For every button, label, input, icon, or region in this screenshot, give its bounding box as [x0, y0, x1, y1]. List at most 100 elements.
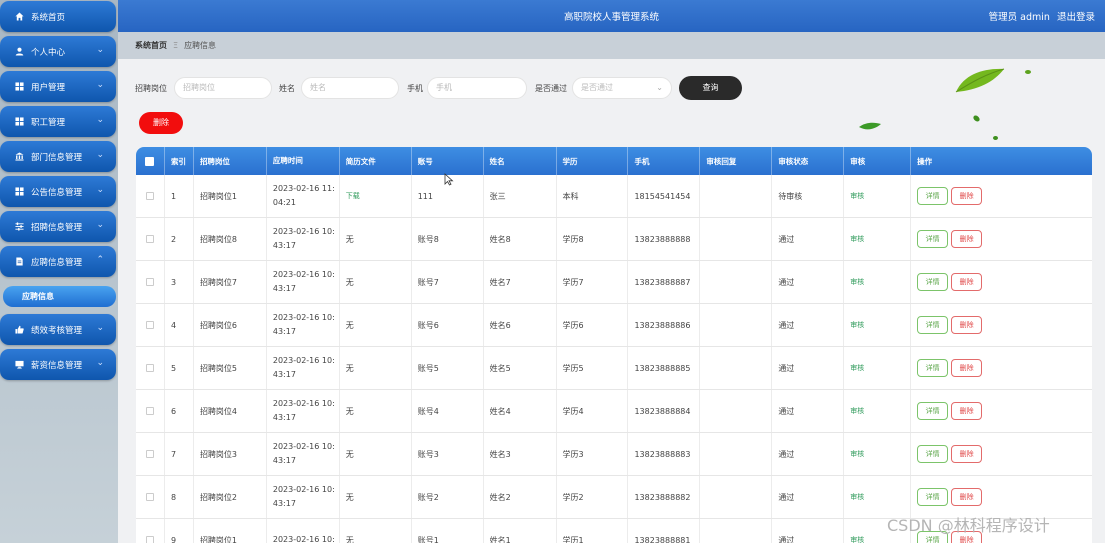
column-header[interactable]: 姓名 [484, 147, 557, 175]
delete-button[interactable]: 删除 [951, 445, 983, 463]
review-link[interactable]: 审核 [850, 363, 864, 373]
detail-button[interactable]: 详情 [917, 316, 949, 334]
column-header[interactable]: 简历文件 [340, 147, 412, 175]
detail-button[interactable]: 详情 [917, 187, 949, 205]
column-header[interactable]: 索引 [165, 147, 194, 175]
sidebar-item-9[interactable]: 薪资信息管理 ⌄ [0, 349, 116, 380]
sidebar-item-8[interactable]: 绩效考核管理 ⌄ [0, 314, 116, 345]
sidebar-subitem-applications[interactable]: 应聘信息 [3, 286, 116, 307]
detail-button[interactable]: 详情 [917, 273, 949, 291]
resume-link[interactable]: 下载 [346, 191, 360, 201]
chevron-icon: ⌄ [96, 80, 104, 90]
delete-button[interactable]: 删除 [951, 488, 983, 506]
detail-button[interactable]: 详情 [917, 230, 949, 248]
review-link[interactable]: 审核 [850, 191, 864, 201]
account-cell: 账号5 [412, 347, 484, 389]
position-cell: 招聘岗位5 [194, 347, 267, 389]
table-header: 索引 招聘岗位 应聘时间 简历文件 账号 姓名 学历 手机 审核回复 审核状态 审核 操作 [136, 147, 1092, 175]
sidebar-item-6[interactable]: 招聘信息管理 ⌄ [0, 211, 116, 242]
review-link[interactable]: 审核 [850, 406, 864, 416]
row-checkbox[interactable] [145, 493, 154, 501]
row-checkbox[interactable] [145, 407, 154, 415]
column-header[interactable]: 应聘时间 [267, 147, 340, 175]
delete-button[interactable]: 删除 [951, 402, 983, 420]
review-link[interactable]: 审核 [850, 492, 864, 502]
sidebar-item-label: 部门信息管理 [31, 152, 83, 163]
resume-link: 无 [345, 320, 354, 330]
row-checkbox[interactable] [145, 235, 154, 243]
logout-link[interactable]: 退出登录 [1057, 12, 1095, 23]
sidebar-item-7[interactable]: 应聘信息管理 ⌃ [0, 246, 116, 277]
time-line: 43:17 [272, 456, 296, 465]
chevron-down-icon: ⌄ [656, 83, 663, 92]
sidebar-item-3[interactable]: 职工管理 ⌄ [0, 106, 116, 137]
approved-select[interactable]: 是否通过 ⌄ [572, 77, 672, 99]
account-cell: 账号8 [412, 218, 484, 260]
sidebar-item-0[interactable]: 系统首页 [0, 1, 116, 32]
name-input[interactable]: 姓名 [301, 77, 399, 99]
table-row: 2 招聘岗位8 2023-02-16 10: 43:17 无 账号8 姓名8 学历8 13823… [136, 218, 1092, 261]
time-line: 2023-02-16 10: [272, 227, 335, 236]
review-link[interactable]: 审核 [850, 320, 864, 330]
column-header[interactable]: 审核状态 [772, 147, 845, 175]
resume-cell: 无 [340, 433, 412, 475]
position-cell: 招聘岗位1 [194, 519, 267, 543]
column-header[interactable]: 操作 [911, 147, 1092, 175]
row-checkbox[interactable] [145, 536, 154, 543]
status-cell: 通过 [772, 218, 845, 260]
breadcrumb-home[interactable]: 系统首页 [135, 40, 167, 51]
table-row: 1 招聘岗位1 2023-02-16 11: 04:21 下载 111 张三 本科 181545… [136, 175, 1092, 218]
index-cell: 9 [165, 519, 194, 543]
row-checkbox[interactable] [145, 321, 154, 329]
resume-cell: 下载 [340, 175, 412, 217]
query-button[interactable]: 查询 [679, 76, 742, 100]
name-cell: 姓名2 [484, 476, 557, 518]
detail-button[interactable]: 详情 [917, 488, 949, 506]
column-header[interactable]: 审核 [844, 147, 912, 175]
sidebar-item-5[interactable]: 公告信息管理 ⌄ [0, 176, 116, 207]
row-checkbox[interactable] [145, 450, 154, 458]
delete-button[interactable]: 删除 [951, 187, 983, 205]
column-header[interactable]: 审核回复 [700, 147, 773, 175]
phone-cell: 13823888881 [628, 519, 701, 543]
time-cell: 2023-02-16 10: [267, 519, 340, 543]
review-link[interactable]: 审核 [850, 234, 864, 244]
status-cell: 通过 [772, 390, 845, 432]
column-header[interactable]: 学历 [557, 147, 629, 175]
sidebar-item-4[interactable]: 部门信息管理 ⌄ [0, 141, 116, 172]
sidebar-item-label: 用户管理 [31, 82, 66, 93]
delete-button[interactable]: 删除 [951, 230, 983, 248]
column-header[interactable]: 手机 [628, 147, 701, 175]
detail-button[interactable]: 详情 [917, 359, 949, 377]
delete-button[interactable]: 删除 [951, 359, 983, 377]
resume-link: 无 [345, 234, 354, 244]
index-cell: 2 [165, 218, 194, 260]
position-cell: 招聘岗位7 [194, 261, 267, 303]
chevron-icon: ⌄ [96, 45, 104, 55]
sidebar-item-2[interactable]: 用户管理 ⌄ [0, 71, 116, 102]
review-link[interactable]: 审核 [850, 449, 864, 459]
system-title: 高职院校人事管理系统 [563, 12, 659, 23]
position-input[interactable]: 招聘岗位 [174, 77, 272, 99]
chevron-icon: ⌄ [96, 358, 104, 368]
resume-cell: 无 [340, 519, 412, 543]
column-header[interactable]: 账号 [412, 147, 484, 175]
phone-input[interactable]: 手机 [427, 77, 527, 99]
detail-button[interactable]: 详情 [917, 402, 949, 420]
detail-button[interactable]: 详情 [917, 445, 949, 463]
batch-delete-button[interactable]: 删除 [139, 112, 183, 134]
review-link[interactable]: 审核 [850, 277, 864, 287]
time-cell: 2023-02-16 11: 04:21 [267, 175, 340, 217]
row-checkbox[interactable] [145, 364, 154, 372]
row-checkbox-cell [136, 347, 165, 389]
delete-button[interactable]: 删除 [951, 316, 983, 334]
phone-cell: 13823888885 [628, 347, 701, 389]
delete-button[interactable]: 删除 [951, 273, 983, 291]
column-header[interactable]: 招聘岗位 [194, 147, 267, 175]
row-checkbox[interactable] [145, 192, 154, 200]
position-cell: 招聘岗位3 [194, 433, 267, 475]
row-checkbox[interactable] [145, 278, 154, 286]
sidebar-item-1[interactable]: 个人中心 ⌄ [0, 36, 116, 67]
select-all-checkbox[interactable] [145, 156, 155, 166]
review-link[interactable]: 审核 [850, 535, 864, 543]
